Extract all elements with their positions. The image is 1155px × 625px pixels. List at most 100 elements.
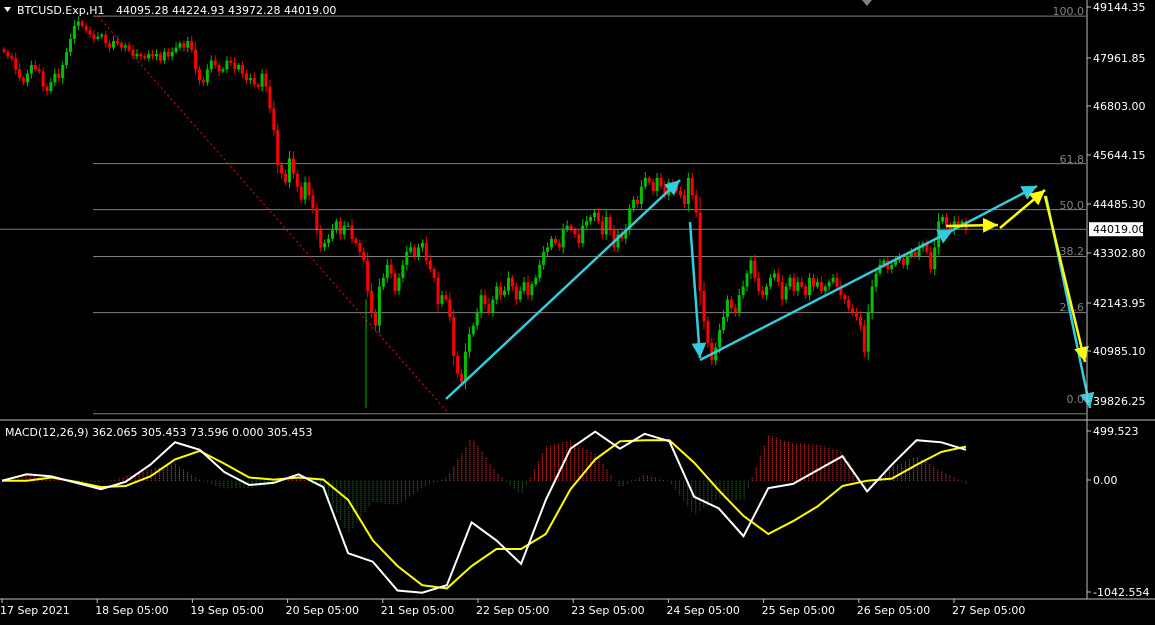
candle-body — [393, 273, 397, 291]
candle-body — [460, 373, 464, 383]
candle-body — [890, 264, 894, 270]
candle-body — [639, 186, 643, 204]
candle-body — [205, 69, 209, 83]
candle-body — [444, 295, 448, 300]
price-tick-label: 45644.15 — [1093, 149, 1146, 162]
candle-body — [315, 208, 319, 231]
candle-body — [929, 251, 933, 270]
candle-body — [342, 225, 346, 235]
candle-body — [319, 230, 323, 248]
candle-body — [655, 177, 659, 191]
candle-body — [190, 41, 194, 50]
candle-body — [170, 51, 174, 57]
candle-body — [53, 73, 57, 83]
candle-body — [268, 86, 272, 109]
yellow-arrow[interactable] — [945, 217, 999, 233]
candle-body — [295, 173, 299, 187]
candle-body — [499, 286, 503, 296]
candle-body — [901, 258, 905, 265]
trading-chart: 100.061.850.038.223.60.0 49144.3547961.8… — [0, 0, 1155, 621]
candle-body — [479, 295, 483, 313]
candle-body — [22, 78, 26, 83]
candle-body — [835, 277, 839, 287]
candle-body — [158, 54, 162, 61]
candle-body — [698, 212, 702, 291]
candle-body — [772, 273, 776, 278]
candle-body — [182, 43, 186, 48]
candle-body — [702, 290, 706, 322]
candle-body — [456, 356, 460, 374]
macd-label: MACD(12,26,9) 362.065 305.453 73.596 0.0… — [5, 426, 312, 439]
candle-body — [131, 49, 135, 57]
candle-body — [800, 282, 804, 287]
candle-body — [166, 51, 170, 57]
price-tick-label: 44485.30 — [1093, 198, 1146, 211]
candle-body — [284, 173, 288, 183]
candle-body — [855, 312, 859, 317]
candle-body — [870, 286, 874, 313]
candle-body — [471, 325, 475, 335]
candle-body — [61, 64, 65, 79]
candle-body — [858, 316, 862, 326]
candle-body — [143, 56, 147, 59]
candle-body — [385, 264, 389, 278]
candle-body — [784, 286, 788, 300]
candle-body — [581, 225, 585, 244]
price-tick-label: 42143.95 — [1093, 297, 1146, 310]
candle-body — [851, 308, 855, 313]
fib-level-label: 38.2 — [1060, 245, 1085, 258]
candle-body — [804, 286, 808, 296]
candle-body — [37, 69, 41, 72]
candle-body — [147, 54, 151, 59]
candle-body — [41, 71, 45, 87]
candle-body — [522, 282, 526, 291]
candle-body — [307, 182, 311, 196]
candle-body — [252, 78, 256, 85]
candle-body — [370, 290, 374, 313]
candle-body — [233, 62, 237, 70]
candle-body — [682, 195, 686, 204]
candle-body — [201, 80, 205, 83]
candle-body — [33, 64, 37, 70]
candle-body — [237, 64, 241, 70]
candle-body — [722, 316, 726, 330]
candle-body — [96, 36, 100, 39]
candle-body — [765, 286, 769, 296]
candle-body — [534, 277, 538, 285]
candle-body — [111, 41, 115, 48]
candle-body — [25, 73, 29, 83]
candle-body — [510, 277, 514, 287]
candle-body — [45, 86, 49, 92]
candle-body — [643, 177, 647, 187]
candle-body — [115, 41, 119, 44]
current-price-label: 44019.00 — [1093, 223, 1146, 236]
candle-body — [104, 34, 108, 44]
candle-body — [178, 43, 182, 48]
fib-level-label: 61.8 — [1060, 153, 1085, 166]
macd-tick-label: 499.523 — [1093, 425, 1139, 438]
time-tick-label: 25 Sep 05:00 — [762, 604, 835, 617]
candle-body — [514, 286, 518, 300]
candle-body — [506, 277, 510, 291]
candle-body — [135, 54, 139, 57]
candle-body — [92, 34, 96, 39]
candle-body — [694, 195, 698, 213]
candle-body — [632, 199, 636, 209]
time-tick-label: 17 Sep 2021 — [0, 604, 70, 617]
candle-body — [248, 78, 252, 81]
candle-body — [151, 54, 155, 57]
candle-body — [241, 64, 245, 74]
candle-body — [452, 316, 456, 357]
chart-canvas[interactable]: 100.061.850.038.223.60.0 49144.3547961.8… — [0, 0, 1155, 621]
candle-body — [659, 177, 663, 187]
candle-body — [585, 221, 589, 226]
candle-body — [546, 247, 550, 252]
candle-body — [221, 69, 225, 72]
candle-body — [549, 238, 553, 248]
candle-body — [362, 251, 366, 261]
candle-body — [256, 84, 260, 87]
candle-body — [592, 212, 596, 218]
time-tick-label: 21 Sep 05:00 — [381, 604, 454, 617]
candle-body — [675, 186, 679, 191]
candle-body — [573, 230, 577, 235]
